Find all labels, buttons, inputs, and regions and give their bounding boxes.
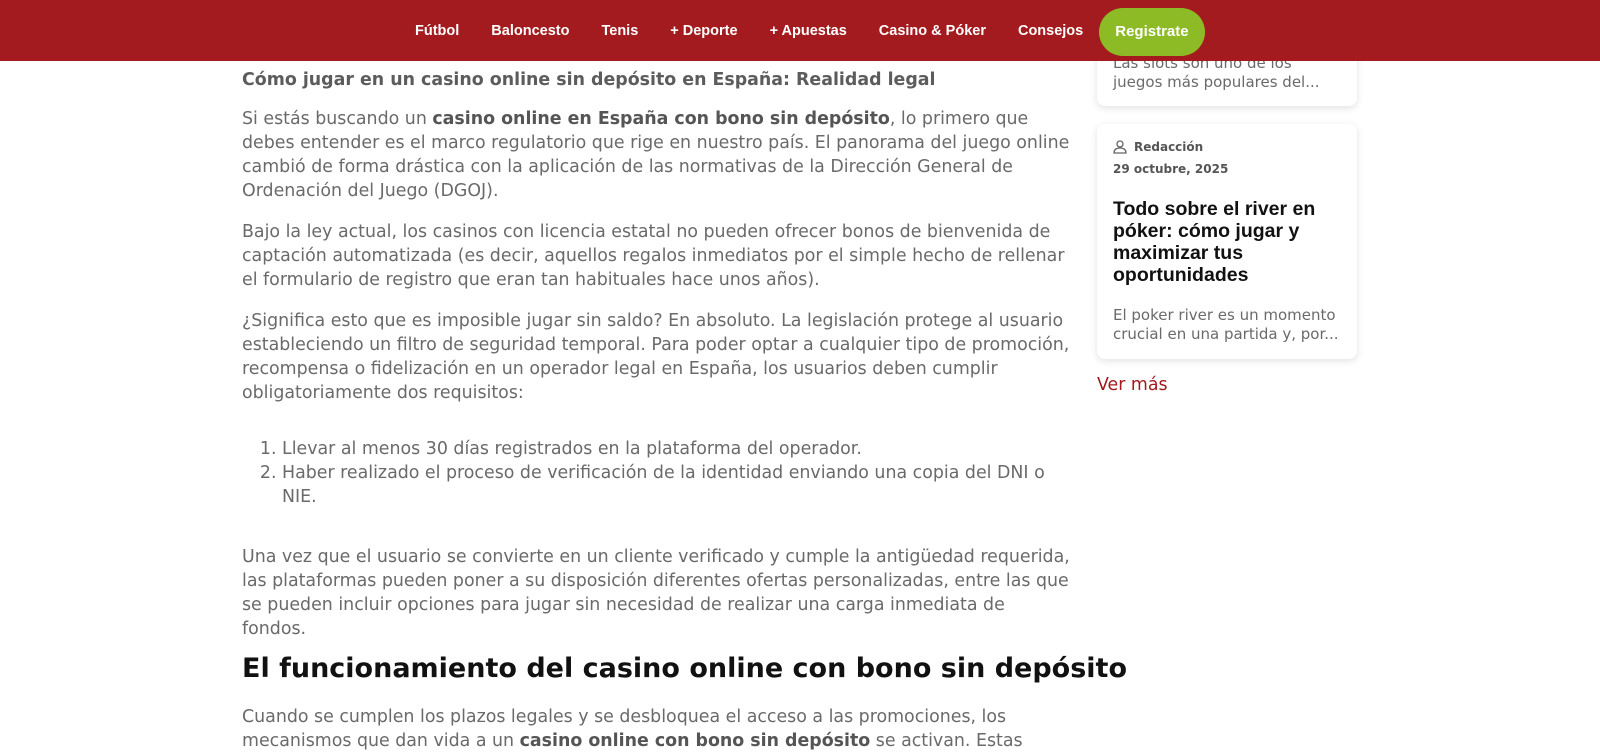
paragraph-bold-text: casino online en España con bono sin dep… [432, 109, 890, 129]
nav-item-futbol[interactable]: Fútbol [399, 23, 475, 39]
post-author-name: Redacción [1134, 140, 1204, 154]
article-paragraph: Cuando se cumplen los plazos legales y s… [242, 705, 1072, 753]
article-paragraph: Si estás buscando un casino online en Es… [242, 107, 1072, 203]
nav-item-baloncesto[interactable]: Baloncesto [475, 23, 585, 39]
requirements-list: Llevar al menos 30 días registrados en l… [242, 437, 1072, 509]
post-excerpt: El poker river es un momento crucial en … [1113, 306, 1339, 343]
article-paragraph: ¿Significa esto que es imposible jugar s… [242, 311, 1070, 403]
related-post-card[interactable]: Redacción 29 octubre, 2025 Todo sobre el… [1097, 124, 1357, 359]
paragraph-text: Si estás buscando un [242, 109, 433, 129]
post-author: Redacción [1113, 140, 1203, 154]
nav-item-mas-deporte[interactable]: + Deporte [654, 23, 753, 39]
article-paragraph: Una vez que el usuario se convierte en u… [242, 547, 1070, 639]
paragraph-text: se activan. Estas [870, 731, 1023, 751]
nav-item-tenis[interactable]: Tenis [585, 23, 654, 39]
paragraph-bold-text: casino online con bono sin depósito [519, 731, 871, 751]
top-navigation-bar: Fútbol Baloncesto Tenis + Deporte + Apue… [0, 0, 1600, 61]
list-item: Haber realizado el proceso de verificaci… [282, 461, 1072, 509]
list-item: Llevar al menos 30 días registrados en l… [282, 437, 1072, 461]
section-heading: El funcionamiento del casino online con … [242, 653, 1128, 684]
post-title-link[interactable]: Todo sobre el river en póker: cómo jugar… [1113, 198, 1348, 286]
nav-item-mas-apuestas[interactable]: + Apuestas [754, 23, 863, 39]
register-button[interactable]: Registrate [1099, 7, 1205, 56]
post-date: 29 octubre, 2025 [1113, 162, 1229, 176]
article-subheading: Cómo jugar en un casino online sin depós… [242, 70, 936, 90]
nav-item-casino-poker[interactable]: Casino & Póker [863, 23, 1002, 39]
user-icon [1113, 140, 1127, 154]
see-more-link[interactable]: Ver más [1097, 375, 1168, 395]
nav-item-consejos[interactable]: Consejos [1002, 23, 1099, 39]
main-nav: Fútbol Baloncesto Tenis + Deporte + Apue… [399, 0, 1205, 61]
article-paragraph: Bajo la ley actual, los casinos con lice… [242, 222, 1065, 290]
